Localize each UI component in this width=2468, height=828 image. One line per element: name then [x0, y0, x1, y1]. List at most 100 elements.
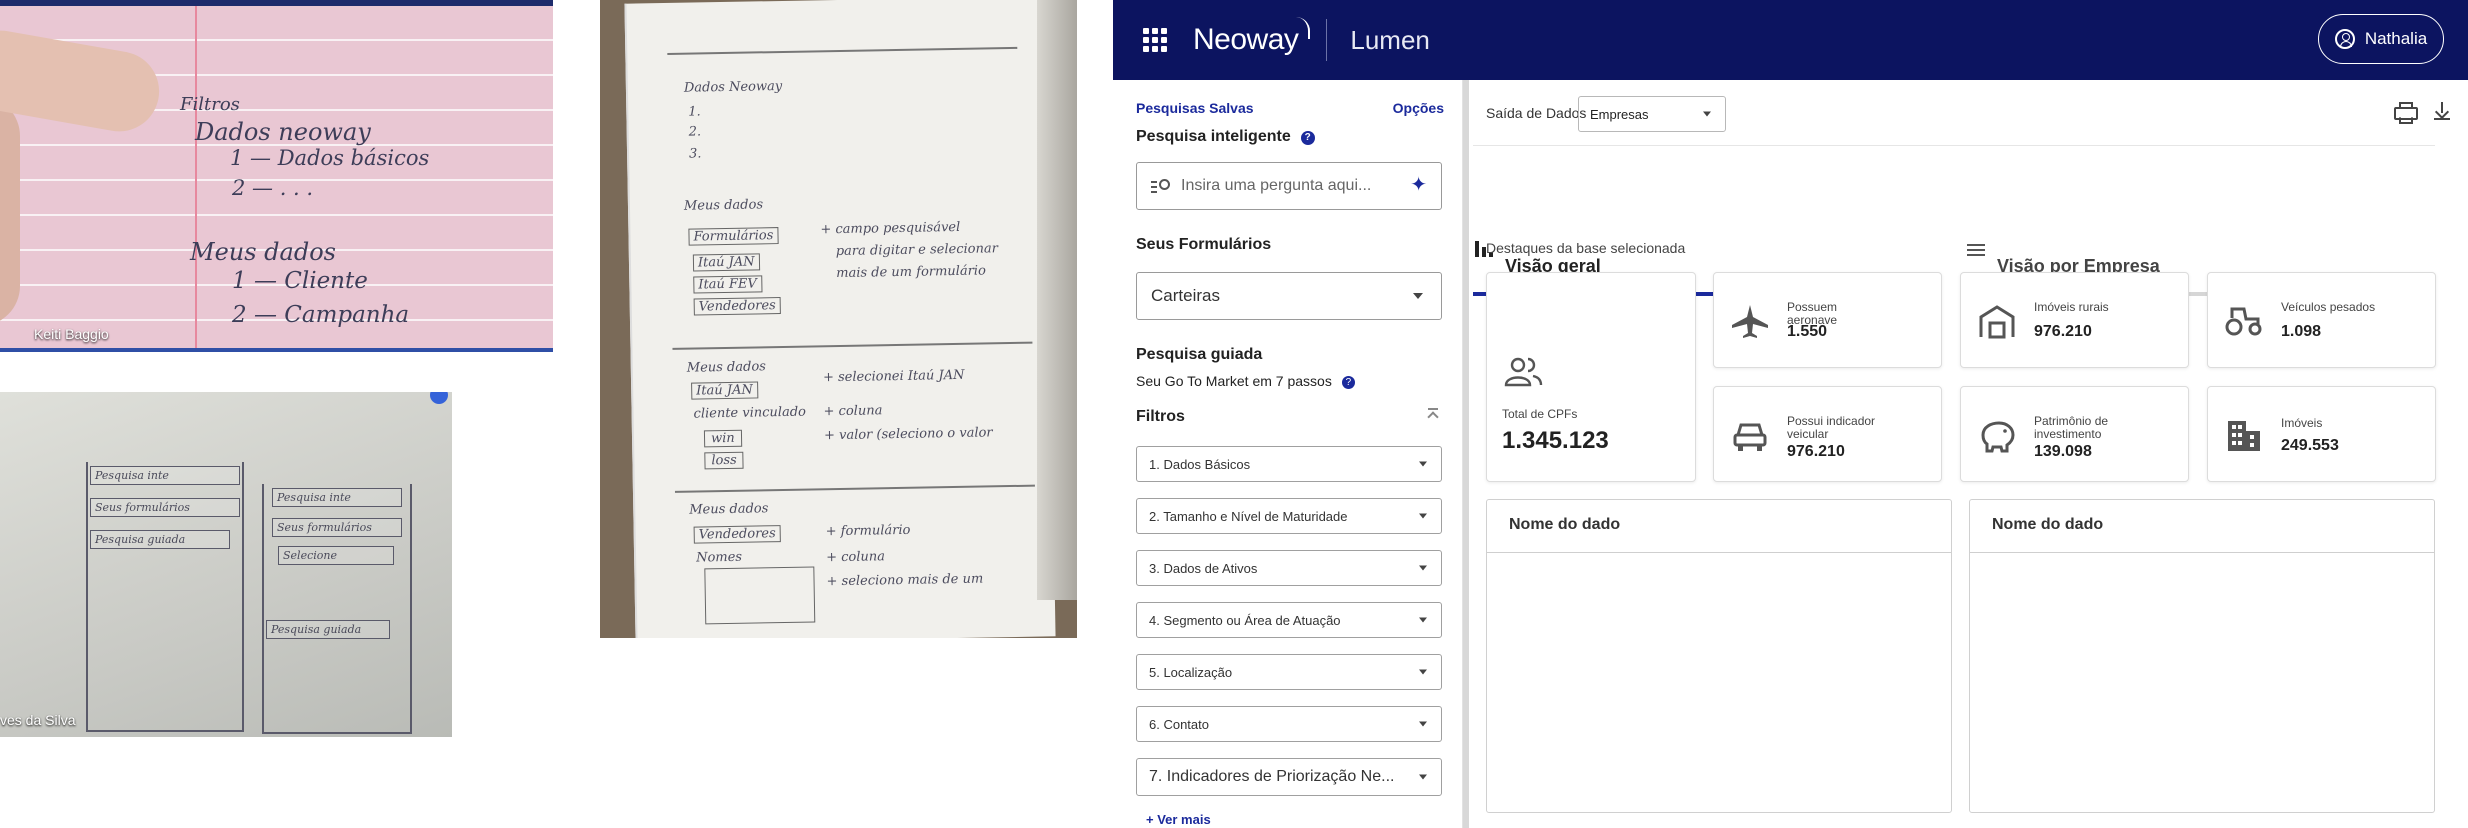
total-value: 1.345.123: [1502, 427, 1609, 454]
page-rule: [674, 484, 1035, 493]
sketch-field: Seus formulários: [90, 498, 240, 517]
brand-swoosh-icon: [1296, 17, 1311, 39]
output-select[interactable]: Empresas: [1578, 96, 1726, 132]
data-table-card: Nome do dado: [1969, 499, 2435, 813]
filter-dados-basicos[interactable]: 1. Dados Básicos: [1136, 446, 1442, 482]
chevron-down-icon: [1419, 669, 1427, 675]
table-divider: [1487, 552, 1951, 553]
piggy-bank-icon: [1981, 421, 2015, 453]
handwriting-line: Filtros: [180, 94, 240, 115]
car-icon: [1733, 423, 1767, 451]
tab-company-view[interactable]: Visão por Empresa: [1965, 160, 2423, 296]
data-table-card: Nome do dado: [1486, 499, 1952, 813]
note-line: + coluna: [823, 403, 883, 420]
sketch-field: Pesquisa guiada: [90, 530, 230, 549]
metric-card-heavy-vehicles: Veículos pesados 1.098: [2207, 272, 2436, 368]
metric-label: Patrimônio de investimento: [2034, 414, 2109, 441]
apps-grid-icon[interactable]: [1143, 28, 1167, 52]
ai-sparkle-icon[interactable]: ✦: [1410, 175, 1427, 195]
help-icon[interactable]: ?: [1341, 376, 1355, 389]
metric-value: 1.098: [2281, 323, 2322, 340]
building-icon: [2228, 421, 2260, 451]
filter-dados-ativos[interactable]: 3. Dados de Ativos: [1136, 550, 1442, 586]
filter-contato[interactable]: 6. Contato: [1136, 706, 1442, 742]
participant-name: Keiti Baggio: [34, 326, 109, 342]
print-icon[interactable]: [2394, 102, 2418, 120]
note-line: Meus dados: [686, 359, 767, 376]
note-line: mais de um formulário: [836, 263, 986, 282]
output-select-value: Empresas: [1590, 107, 1649, 122]
note-line: Itaú JAN: [691, 381, 758, 400]
forms-select[interactable]: Carteiras: [1136, 272, 1442, 320]
metric-card-investment: Patrimônio de investimento 139.098: [1960, 386, 2189, 482]
top-bar: Neoway Lumen Nathalia: [1113, 0, 2468, 80]
collapse-icon[interactable]: [1426, 408, 1440, 422]
handwriting-line: 1 — Dados básicos: [230, 146, 430, 170]
metric-card-vehicle-indicator: Possui indicador veicular 976.210: [1713, 386, 1942, 482]
notebook-edge: [1037, 0, 1077, 600]
filter-segmento[interactable]: 4. Segmento ou Área de Atuação: [1136, 602, 1442, 638]
smart-search-title: Pesquisa inteligente: [1136, 128, 1291, 145]
chevron-down-icon: [1419, 461, 1427, 467]
smart-search-box[interactable]: ✦: [1136, 162, 1442, 210]
metric-label: Veículos pesados: [2281, 300, 2376, 314]
note-line: cliente vinculado: [693, 404, 807, 422]
note-line: 3.: [688, 146, 702, 162]
note-line: + formulário: [825, 522, 911, 540]
metric-label: Possui indicador veicular: [1787, 414, 1876, 441]
user-menu-button[interactable]: Nathalia: [2318, 14, 2444, 64]
smart-search-heading: Pesquisa inteligente?: [1136, 128, 1315, 146]
airplane-icon: [1732, 305, 1768, 338]
video-tile-sketch: Pesquisa inte Seus formulários Pesquisa …: [0, 392, 452, 737]
metric-card-rural: Imóveis rurais 976.210: [1960, 272, 2189, 368]
table-header: Nome do dado: [1992, 516, 2104, 533]
status-dot: [430, 392, 448, 404]
hand: [0, 96, 20, 326]
help-icon[interactable]: ?: [1300, 131, 1315, 145]
user-name: Nathalia: [2364, 29, 2428, 48]
saved-searches-link[interactable]: Pesquisas Salvas: [1136, 100, 1254, 116]
chevron-down-icon: [1419, 721, 1427, 727]
forms-title: Seus Formulários: [1136, 236, 1272, 253]
filter-indicadores[interactable]: 7. Indicadores de Priorização Ne...: [1136, 758, 1442, 796]
filter-label: 2. Tamanho e Nível de Maturidade: [1149, 508, 1348, 524]
metric-value: 976.210: [2034, 323, 2092, 340]
guided-search-subtitle: Seu Go To Market em 7 passos?: [1136, 373, 1355, 389]
sketch-field: Pesquisa inte: [272, 488, 402, 507]
filter-localizacao[interactable]: 5. Localização: [1136, 654, 1442, 690]
filter-tamanho-maturidade[interactable]: 2. Tamanho e Nível de Maturidade: [1136, 498, 1442, 534]
paper-margin-line: [195, 6, 197, 348]
notebook-photo: Dados Neoway 1. 2. 3. Meus dados Formulá…: [600, 0, 1077, 638]
note-line: + valor (seleciono o valor: [823, 425, 993, 444]
filter-label: 4. Segmento ou Área de Atuação: [1149, 612, 1341, 628]
note-line: Vendedores: [693, 297, 781, 316]
download-icon-base: [2434, 118, 2450, 120]
video-tile-keiti: Filtros Dados neoway 1 — Dados básicos 2…: [0, 0, 553, 352]
chevron-down-icon: [1419, 565, 1427, 571]
tractor-icon: [2225, 307, 2262, 336]
chevron-down-icon: [1419, 774, 1427, 780]
metric-value: 1.550: [1787, 323, 1828, 340]
tab-overview[interactable]: Visão geral: [1473, 160, 1933, 296]
sketch-field: Pesquisa inte: [90, 466, 240, 485]
note-line: Nomes: [696, 549, 743, 566]
total-label: Total de CPFs: [1502, 407, 1578, 421]
metric-value: 249.553: [2281, 437, 2339, 454]
notebook-page: Dados Neoway 1. 2. 3. Meus dados Formulá…: [624, 0, 1056, 638]
see-more-link[interactable]: + Ver mais: [1146, 812, 1211, 827]
sketch-list-box: [704, 566, 816, 625]
panel-scrollbar[interactable]: [1463, 80, 1469, 828]
brand-logo: Neoway: [1193, 17, 1311, 57]
participant-name: ves da Silva: [0, 712, 76, 728]
list-icon: [1967, 244, 1985, 256]
smart-search-input[interactable]: [1181, 177, 1401, 195]
note-line: 1.: [688, 104, 701, 120]
chevron-down-icon: [1419, 617, 1427, 623]
note-line: Meus dados: [689, 501, 769, 518]
note-line: + seleciono mais de um: [826, 571, 984, 590]
chevron-down-icon: [1703, 111, 1711, 117]
options-link[interactable]: Opções: [1393, 100, 1444, 116]
main-content: Saída de Dados Empresas Visão geral Visã…: [1473, 80, 2468, 828]
user-account-icon: [2334, 29, 2355, 49]
filter-label: 5. Localização: [1149, 664, 1233, 680]
